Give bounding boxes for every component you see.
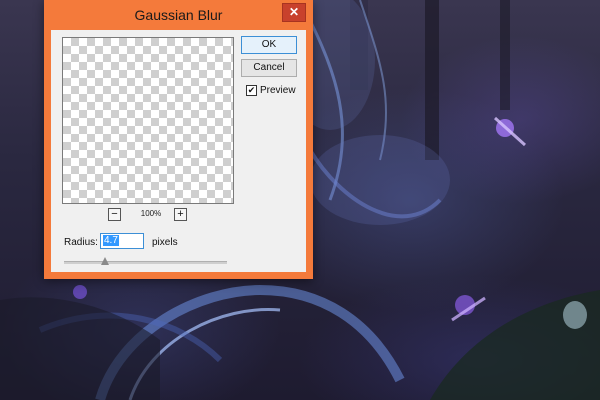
zoom-out-button[interactable]: − xyxy=(108,208,121,221)
zoom-in-button[interactable]: + xyxy=(174,208,187,221)
radius-unit-label: pixels xyxy=(152,237,178,248)
radius-label: Radius: xyxy=(64,237,98,248)
radius-slider[interactable] xyxy=(64,257,227,265)
zoom-level-label: 100% xyxy=(140,209,162,218)
radius-value: 4.7 xyxy=(103,235,119,246)
blur-preview-area[interactable] xyxy=(62,37,234,204)
close-button[interactable]: ✕ xyxy=(282,3,306,22)
radius-slider-thumb[interactable] xyxy=(100,257,109,265)
dialog-title: Gaussian Blur xyxy=(134,7,223,23)
radius-input[interactable]: 4.7 xyxy=(100,233,144,249)
checkmark-icon: ✔ xyxy=(247,85,256,95)
cancel-button[interactable]: Cancel xyxy=(241,59,297,77)
preview-label: Preview xyxy=(260,85,296,96)
dialog-content: − 100% + OK Cancel ✔ Preview Radius: 4.7… xyxy=(51,30,306,272)
gaussian-blur-dialog: Gaussian Blur ✕ − 100% + OK Cancel ✔ Pre… xyxy=(44,0,313,279)
ok-button[interactable]: OK xyxy=(241,36,297,54)
dialog-titlebar[interactable]: Gaussian Blur ✕ xyxy=(44,0,313,30)
preview-checkbox[interactable]: ✔ xyxy=(246,85,257,96)
